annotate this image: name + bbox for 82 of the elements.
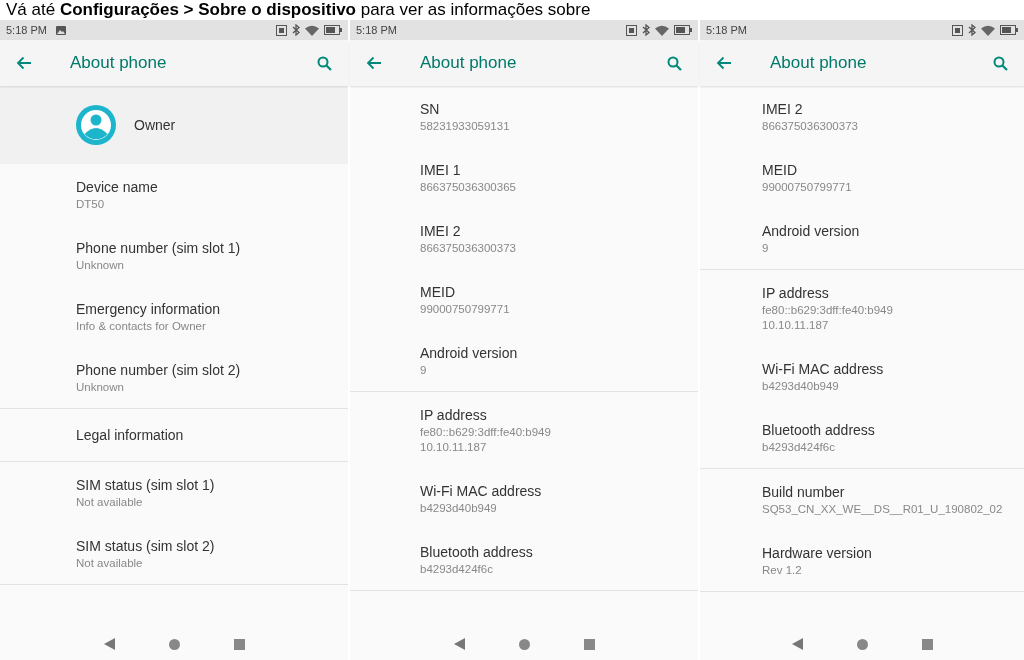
setting-title[interactable]: Phone number (sim slot 1) xyxy=(76,238,241,258)
back-triangle-icon[interactable] xyxy=(791,638,803,650)
wifi-icon xyxy=(655,24,669,36)
home-circle-icon[interactable] xyxy=(168,638,180,650)
setting-title[interactable]: Bluetooth address xyxy=(762,420,875,440)
vibrate-icon xyxy=(952,24,963,36)
recents-square-icon[interactable] xyxy=(233,638,245,650)
battery-icon xyxy=(674,25,692,35)
setting-value: Rev 1.2 xyxy=(762,563,802,578)
recents-square-icon[interactable] xyxy=(921,638,933,650)
vibrate-icon xyxy=(276,24,287,36)
search-icon[interactable] xyxy=(993,55,1008,71)
setting-title[interactable]: Build number xyxy=(762,482,845,502)
setting-title[interactable]: Android version xyxy=(420,343,518,363)
setting-title[interactable]: IP address xyxy=(762,283,829,303)
setting-value: 866375036300373 xyxy=(762,119,858,134)
setting-value: fe80::b629:3dff:fe40:b949 10.10.11.187 xyxy=(420,425,551,455)
setting-title[interactable]: Phone number (sim slot 2) xyxy=(76,360,241,380)
avatar-icon xyxy=(76,105,116,145)
setting-value: b4293d40b949 xyxy=(762,379,839,394)
back-arrow-icon[interactable] xyxy=(16,56,32,70)
setting-value: fe80::b629:3dff:fe40:b949 10.10.11.187 xyxy=(762,303,893,333)
wifi-icon xyxy=(305,24,319,36)
setting-title[interactable]: IMEI 2 xyxy=(420,221,461,241)
setting-title[interactable]: MEID xyxy=(420,282,455,302)
bluetooth-icon xyxy=(642,24,650,36)
setting-title[interactable]: IMEI 1 xyxy=(420,160,461,180)
bluetooth-icon xyxy=(292,24,300,36)
setting-title[interactable]: Wi-Fi MAC address xyxy=(420,481,542,501)
setting-value: 58231933059131 xyxy=(420,119,510,134)
bluetooth-icon xyxy=(968,24,976,36)
setting-title[interactable]: Device name xyxy=(76,177,158,197)
battery-icon xyxy=(1000,25,1018,35)
caption-text: Vá até Configurações > Sobre o dispositivo para ver as informações sobre xyxy=(5,0,592,20)
setting-value: 866375036300373 xyxy=(420,241,516,256)
setting-title[interactable]: SIM status (sim slot 2) xyxy=(76,536,215,556)
setting-title[interactable]: MEID xyxy=(762,160,797,180)
recents-square-icon[interactable] xyxy=(583,638,595,650)
setting-title[interactable]: IMEI 2 xyxy=(762,99,803,119)
setting-title[interactable]: Legal information xyxy=(76,425,184,445)
setting-title[interactable]: Hardware version xyxy=(762,543,872,563)
profile-header[interactable]: Owner xyxy=(0,86,348,164)
screen-title: About phone xyxy=(770,53,868,73)
back-triangle-icon[interactable] xyxy=(103,638,115,650)
battery-icon xyxy=(324,25,342,35)
setting-value: Unknown xyxy=(76,258,124,273)
setting-value: 9 xyxy=(420,363,427,378)
setting-value: Not available xyxy=(76,556,143,571)
setting-value: 9 xyxy=(762,241,769,256)
setting-value: 99000750799771 xyxy=(420,302,510,317)
setting-value: b4293d424f6c xyxy=(420,562,493,577)
status-time: 5:18 PM xyxy=(356,24,397,36)
setting-title[interactable]: SN xyxy=(420,99,440,119)
setting-value: 99000750799771 xyxy=(762,180,852,195)
setting-title[interactable]: Bluetooth address xyxy=(420,542,533,562)
setting-value: b4293d424f6c xyxy=(762,440,835,455)
setting-title[interactable]: Emergency information xyxy=(76,299,220,319)
setting-value: DT50 xyxy=(76,197,105,212)
setting-value: Info & contacts for Owner xyxy=(76,319,206,334)
setting-value: Not available xyxy=(76,495,143,510)
back-triangle-icon[interactable] xyxy=(453,638,465,650)
back-arrow-icon[interactable] xyxy=(366,56,382,70)
setting-title[interactable]: IP address xyxy=(420,405,487,425)
home-circle-icon[interactable] xyxy=(518,638,530,650)
setting-value: b4293d40b949 xyxy=(420,501,497,516)
search-icon[interactable] xyxy=(317,55,332,71)
home-circle-icon[interactable] xyxy=(856,638,868,650)
setting-value: Unknown xyxy=(76,380,124,395)
screen-title: About phone xyxy=(70,53,168,73)
status-time: 5:18 PM xyxy=(706,24,747,36)
back-arrow-icon[interactable] xyxy=(716,56,732,70)
setting-title[interactable]: SIM status (sim slot 1) xyxy=(76,475,215,495)
vibrate-icon xyxy=(626,24,637,36)
screen-title: About phone xyxy=(420,53,518,73)
setting-title[interactable]: Wi-Fi MAC address xyxy=(762,359,884,379)
owner-name: Owner xyxy=(134,117,176,133)
status-time: 5:18 PM xyxy=(6,24,47,36)
setting-value: 866375036300365 xyxy=(420,180,516,195)
wifi-icon xyxy=(981,24,995,36)
search-icon[interactable] xyxy=(667,55,682,71)
setting-value: SQ53_CN_XX_WE__DS__R01_U_190802_02 xyxy=(762,502,1003,517)
setting-title[interactable]: Android version xyxy=(762,221,860,241)
